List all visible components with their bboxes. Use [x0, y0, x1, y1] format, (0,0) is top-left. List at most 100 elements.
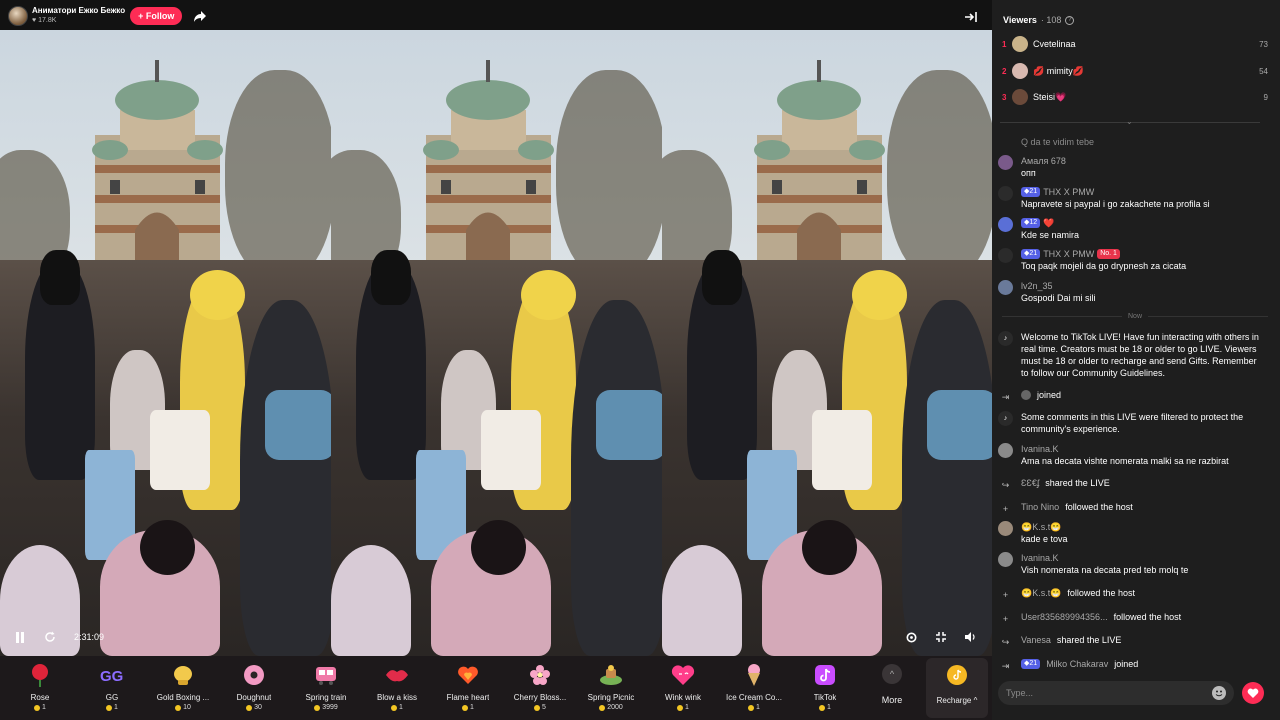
host-info[interactable]: Аниматори Ежко Бежко ♥ 17.8K [32, 6, 125, 26]
top-viewer-row[interactable]: 2 💋 mimity💋 54 [1002, 62, 1268, 80]
follow-message: + 😁K.s.t😁 followed the host [998, 587, 1270, 602]
avatar[interactable] [1021, 390, 1031, 400]
level-badge: ◆ 21 [1021, 187, 1041, 197]
more-label: More [881, 695, 903, 705]
chat-text: Gospodi Dai mi sili [1021, 293, 1096, 303]
exit-fullscreen-icon[interactable] [964, 10, 980, 24]
gift-price-value: 1 [114, 704, 118, 711]
host-avatar[interactable] [8, 6, 28, 26]
gift-item[interactable]: Spring train 3999 [290, 662, 362, 718]
heart-like-icon[interactable] [1242, 682, 1264, 704]
avatar[interactable] [998, 280, 1013, 295]
coin-icon [175, 704, 182, 711]
avatar[interactable] [998, 248, 1013, 263]
tiktok-icon[interactable]: ♪ [998, 411, 1013, 426]
gift-item[interactable]: Spring Picnic 2000 [575, 662, 647, 718]
top-viewer-row[interactable]: 3 Steisi💗 9 [1002, 88, 1268, 106]
follow-icon: + [1002, 613, 1009, 624]
chat-message: ◆ 21 THX X PMW No. 1 Toq paqk mojeli da go… [998, 248, 1270, 272]
tiktok-icon[interactable]: ♪ [998, 331, 1013, 346]
chat-username[interactable]: lv2n_35 [1021, 280, 1096, 292]
chat-username[interactable]: ƐƐ€ʄ [1021, 477, 1039, 489]
gift-item[interactable]: Rose 1 [4, 662, 76, 718]
chat-username[interactable]: Ivanina.K [1021, 552, 1188, 564]
gift-item[interactable]: Blow a kiss 1 [361, 662, 433, 718]
gift-price-value: 1 [470, 704, 474, 711]
chat-username[interactable]: Vanesa [1021, 634, 1051, 646]
gift-name: Gold Boxing ... [156, 693, 210, 702]
gift-item[interactable]: Wink wink 1 [647, 662, 719, 718]
gift-price-value: 30 [254, 704, 262, 711]
volume-icon[interactable] [962, 629, 978, 645]
chat-message: Амаля 678 опп [998, 155, 1270, 179]
gift-item[interactable]: Gold Boxing ... 10 [147, 662, 219, 718]
gift-price: 1 [819, 704, 831, 711]
gift-item[interactable]: Ice Cream Co... 1 [718, 662, 790, 718]
viewer-score: 73 [1259, 39, 1268, 49]
comment-input[interactable] [1006, 681, 1202, 705]
viewers-count: · 108 [1040, 15, 1062, 25]
coin-icon [462, 704, 469, 711]
gift-item[interactable]: TikTok 1 [789, 662, 861, 718]
gift-name: Ice Cream Co... [725, 693, 782, 702]
refresh-icon[interactable] [42, 629, 58, 645]
more-gifts-button[interactable]: ^ More [866, 664, 918, 716]
avatar [1012, 89, 1028, 105]
avatar[interactable] [998, 521, 1013, 536]
gg-icon: GG [99, 662, 125, 688]
emoji-icon[interactable] [1212, 686, 1226, 700]
chat-username[interactable]: Milko Chakarav [1046, 658, 1108, 670]
ice-cream-icon [741, 662, 767, 688]
gift-price-value: 1 [827, 704, 831, 711]
share-icon[interactable] [190, 6, 210, 26]
chat-username[interactable]: Амаля 678 [1021, 155, 1066, 167]
chat-username[interactable]: User835689994356... [1021, 611, 1108, 623]
follow-button[interactable]: + Follow [130, 7, 183, 25]
avatar[interactable] [998, 443, 1013, 458]
chat-username[interactable]: 😁K.s.t😁 [1021, 521, 1068, 533]
pause-icon[interactable] [12, 630, 28, 644]
gift-item[interactable]: Flame heart 1 [432, 662, 504, 718]
avatar [1012, 63, 1028, 79]
chat-username[interactable]: Ivanina.K [1021, 443, 1229, 455]
chat-username[interactable]: ◆ 21 THX X PMW No. 1 [1021, 248, 1186, 260]
gift-item[interactable]: Doughnut 30 [218, 662, 290, 718]
chat-username[interactable]: Tino Nino [1021, 501, 1059, 513]
chat-username[interactable]: 😁K.s.t😁 [1021, 587, 1061, 599]
avatar[interactable] [998, 155, 1013, 170]
host-name[interactable]: Аниматори Ежко Бежко [32, 6, 125, 16]
chat-text: Q da te vidim tebe [1021, 137, 1095, 147]
avatar[interactable] [998, 186, 1013, 201]
boxing-glove-icon [170, 662, 196, 688]
chat-username[interactable]: ◆ 21 THX X PMW [1021, 186, 1210, 198]
gift-price-value: 10 [183, 704, 191, 711]
coin-icon [819, 704, 826, 711]
video-stream[interactable] [0, 30, 992, 656]
info-icon[interactable]: ? [1065, 15, 1075, 25]
gift-price: 1 [677, 704, 689, 711]
chat-text: shared the LIVE [1056, 635, 1122, 645]
viewers-header[interactable]: Viewers · 108 ? [1003, 15, 1075, 25]
avatar[interactable] [998, 217, 1013, 232]
recharge-button[interactable]: Recharge ^ [926, 658, 988, 718]
svg-text:GG: GG [100, 668, 123, 683]
system-message: ♪ Welcome to TikTok LIVE! Have fun inter… [998, 331, 1270, 379]
join-message: ⇥ ◆ 21 Milko Chakarav joined [998, 658, 1270, 673]
viewer-name: Steisi💗 [1033, 91, 1067, 102]
avatar[interactable] [998, 552, 1013, 567]
chat-text: kade e tova [1021, 534, 1068, 544]
join-message: ⇥ joined [998, 389, 1270, 404]
chat-username[interactable]: ◆ 12 ❤️ [1021, 217, 1079, 229]
chat-text: Vish nomerata na decata pred teb molq te [1021, 565, 1189, 575]
minimize-icon[interactable] [933, 629, 949, 645]
chat-message-partial: Q da te vidim tebe [1021, 136, 1280, 148]
chevron-down-icon[interactable]: ⌄ [1126, 117, 1133, 126]
chat-panel: Viewers · 108 ? 1 Cvetelinaa 73 2 💋 mimi… [992, 0, 1280, 720]
settings-icon[interactable] [903, 629, 919, 645]
gift-price: 30 [246, 704, 262, 711]
chat-text: followed the host [1113, 612, 1182, 622]
top-viewer-row[interactable]: 1 Cvetelinaa 73 [1002, 35, 1268, 53]
gift-item[interactable]: GG GG 1 [76, 662, 148, 718]
gift-item[interactable]: Cherry Bloss... 5 [504, 662, 576, 718]
comment-box[interactable] [998, 681, 1234, 705]
